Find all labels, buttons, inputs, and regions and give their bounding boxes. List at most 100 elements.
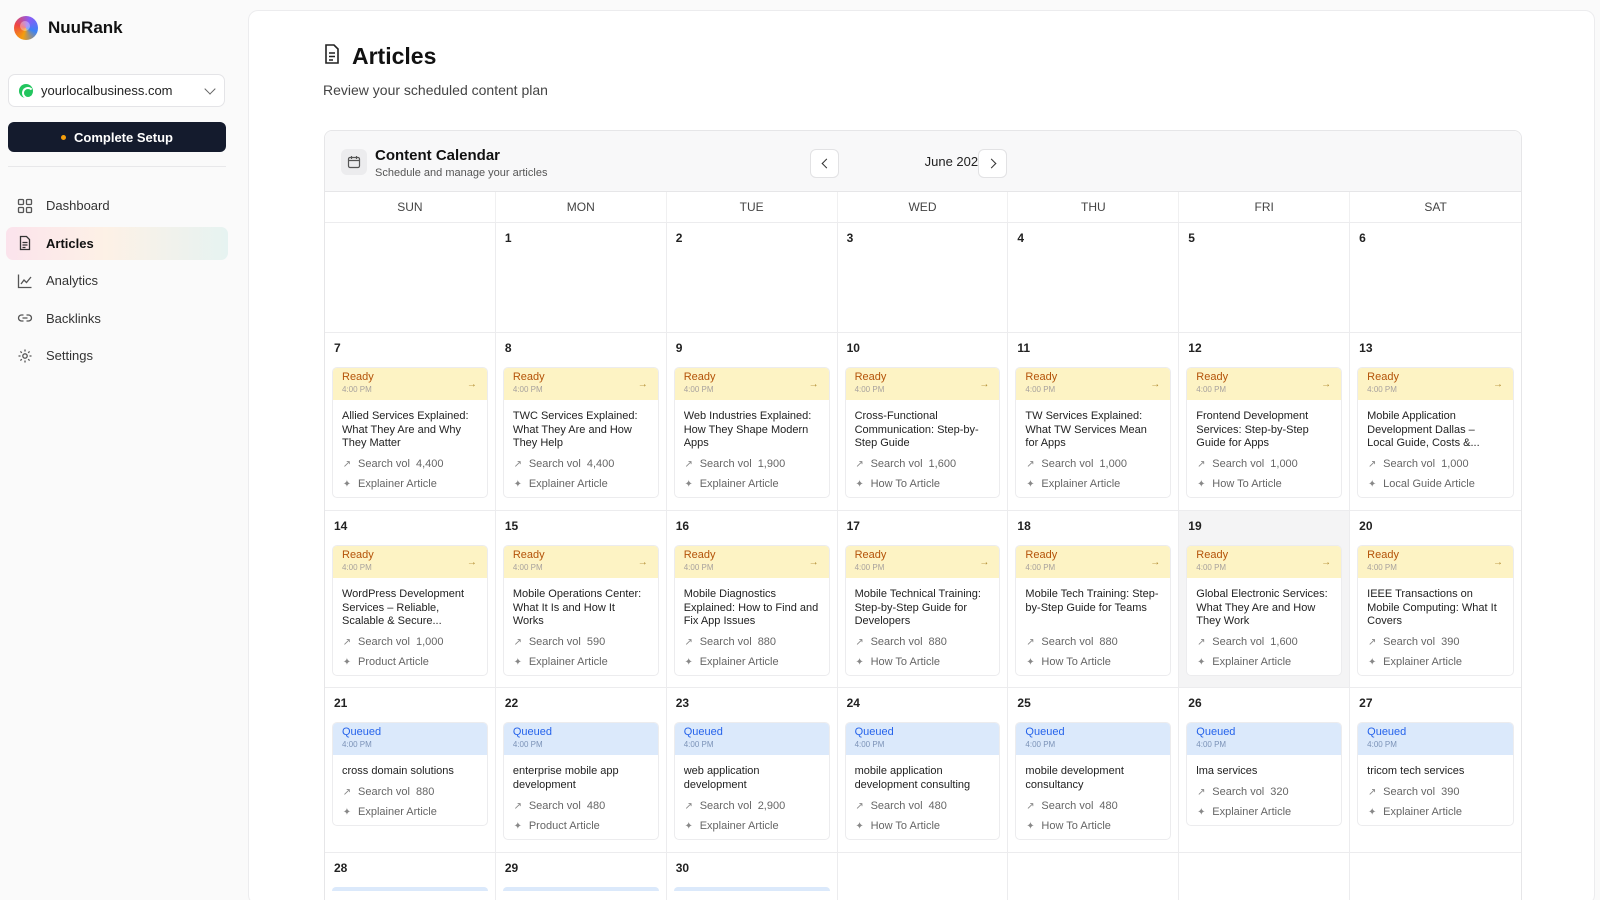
calendar-day-cell[interactable]: 19 Ready 4:00 PM → Global Electronic Service… xyxy=(1179,511,1351,688)
calendar-day-cell[interactable]: 12 Ready 4:00 PM → Frontend Development Serv… xyxy=(1179,333,1351,511)
sidebar-item-articles[interactable]: Articles xyxy=(6,226,228,260)
calendar-day-cell[interactable]: 20 Ready 4:00 PM → IEEE Transactions on Mobi… xyxy=(1350,511,1521,688)
trend-up-icon: ↗ xyxy=(342,636,352,648)
calendar-day-cell[interactable]: 27 Queued 4:00 PM tricom tech services ↗ Sear… xyxy=(1350,688,1521,853)
day-number: 24 xyxy=(846,696,860,710)
arrow-right-icon[interactable]: → xyxy=(809,557,819,568)
sidebar-item-dashboard[interactable]: Dashboard xyxy=(6,189,228,222)
arrow-right-icon[interactable]: → xyxy=(638,557,648,568)
calendar-day-cell[interactable]: 15 Ready 4:00 PM → Mobile Operations Center:… xyxy=(495,511,667,688)
sidebar-item-label: Dashboard xyxy=(46,198,110,213)
search-volume: ↗ Search vol 4,400 xyxy=(513,457,649,471)
article-type-label: Explainer Article xyxy=(699,478,779,490)
next-month-button[interactable] xyxy=(978,149,1007,178)
article-card[interactable]: Ready 4:00 PM → Allied Services Explained: … xyxy=(332,367,488,498)
calendar-day-cell[interactable]: 4 xyxy=(1008,223,1180,333)
calendar-day-cell[interactable]: 5 xyxy=(1179,223,1351,333)
calendar-day-cell[interactable]: 6 xyxy=(1350,223,1521,333)
article-card[interactable]: Ready 4:00 PM → Mobile Diagnostics Explaine… xyxy=(673,545,830,676)
article-status-bar: Ready 4:00 PM → xyxy=(1016,546,1171,578)
search-volume-value: 480 xyxy=(586,800,606,812)
calendar-title: Content Calendar xyxy=(375,147,501,164)
calendar-day-cell[interactable]: 1 xyxy=(495,223,667,333)
article-card[interactable]: Queued 4:00 PM lma services ↗ Search vol 320 ✦… xyxy=(1186,722,1343,826)
calendar-empty-cell xyxy=(1179,853,1351,900)
publish-time: 4:00 PM xyxy=(1025,385,1056,394)
sidebar-item-analytics[interactable]: Analytics xyxy=(6,264,228,297)
day-number: 6 xyxy=(1359,231,1366,245)
article-card[interactable]: Ready 4:00 PM → TWC Services Explained: Wha… xyxy=(502,367,659,498)
calendar-day-cell[interactable]: 21 Queued 4:00 PM cross domain solutions ↗ Se… xyxy=(325,688,496,853)
arrow-right-icon[interactable]: → xyxy=(1321,557,1331,568)
arrow-right-icon[interactable]: → xyxy=(1321,379,1331,390)
publish-time: 4:00 PM xyxy=(1196,563,1227,572)
complete-setup-button[interactable]: Complete Setup xyxy=(8,122,226,152)
calendar-day-cell[interactable]: 26 Queued 4:00 PM lma services ↗ Search vol 32… xyxy=(1179,688,1351,853)
sparkle-icon: ✦ xyxy=(684,820,693,832)
calendar-day-cell[interactable]: 9 Ready 4:00 PM → Web Industries Explained: … xyxy=(666,333,838,511)
article-card[interactable]: Ready 4:00 PM → Mobile Technical Training: … xyxy=(844,545,1001,676)
article-card[interactable]: Queued 4:00 PM tricom tech services ↗ Search… xyxy=(1357,722,1514,826)
calendar-day-cell[interactable]: 16 Ready 4:00 PM → Mobile Diagnostics Explai… xyxy=(666,511,838,688)
sidebar-item-settings[interactable]: Settings xyxy=(6,339,228,372)
calendar-day-cell[interactable]: 25 Queued 4:00 PM mobile development consul… xyxy=(1008,688,1180,853)
article-card-body: Mobile Tech Training: Step-by-Step Guide… xyxy=(1016,578,1170,675)
article-type: ✦ Explainer Article xyxy=(342,805,478,819)
arrow-right-icon[interactable]: → xyxy=(809,379,819,390)
day-number: 21 xyxy=(334,696,348,710)
sidebar-item-backlinks[interactable]: Backlinks xyxy=(6,302,228,335)
article-card[interactable]: Queued 4:00 PM cross domain solutions ↗ Sear… xyxy=(332,722,488,826)
arrow-right-icon[interactable]: → xyxy=(979,557,989,568)
article-card[interactable]: Ready 4:00 PM → TW Services Explained: What… xyxy=(1015,367,1172,498)
search-volume-value: 880 xyxy=(1099,636,1118,648)
arrow-right-icon[interactable]: → xyxy=(1493,379,1503,390)
arrow-right-icon[interactable]: → xyxy=(638,379,648,390)
article-card[interactable]: Ready 4:00 PM → Mobile Operations Center: W… xyxy=(502,545,659,676)
previous-month-button[interactable] xyxy=(810,149,839,178)
calendar-day-cell[interactable]: 13 Ready 4:00 PM → Mobile Application Develo… xyxy=(1350,333,1521,511)
search-volume-value: 1,000 xyxy=(1099,458,1127,470)
site-selector[interactable]: yourlocalbusiness.com xyxy=(8,74,225,107)
brand[interactable]: NuuRank xyxy=(14,16,123,40)
article-card[interactable]: Ready 4:00 PM → Web Industries Explained: H… xyxy=(673,367,830,498)
arrow-right-icon[interactable]: → xyxy=(467,557,477,568)
arrow-right-icon[interactable]: → xyxy=(1493,557,1503,568)
article-card[interactable]: Ready 4:00 PM → IEEE Transactions on Mobile… xyxy=(1357,545,1514,676)
calendar-day-cell[interactable]: 14 Ready 4:00 PM → WordPress Development Ser… xyxy=(325,511,496,688)
calendar-day-cell[interactable]: 28 xyxy=(325,853,496,900)
calendar-day-cell[interactable]: 10 Ready 4:00 PM → Cross-Functional Communic… xyxy=(837,333,1009,511)
calendar-day-cell[interactable]: 8 Ready 4:00 PM → TWC Services Explained: Wh… xyxy=(495,333,667,511)
page-header: Articles xyxy=(322,43,436,70)
calendar-day-cell[interactable]: 23 Queued 4:00 PM web application developme… xyxy=(666,688,838,853)
calendar-day-cell[interactable]: 3 xyxy=(837,223,1009,333)
calendar-day-cell[interactable]: 22 Queued 4:00 PM enterprise mobile app dev… xyxy=(495,688,667,853)
search-volume-prefix: Search vol xyxy=(358,458,410,470)
calendar-day-cell[interactable]: 2 xyxy=(666,223,838,333)
arrow-right-icon[interactable]: → xyxy=(467,379,477,390)
article-status-bar: Queued 4:00 PM xyxy=(1016,723,1171,755)
article-card[interactable]: Queued 4:00 PM mobile application developm… xyxy=(844,722,1001,840)
article-card[interactable]: Ready 4:00 PM → Mobile Application Developm… xyxy=(1357,367,1514,498)
article-card[interactable]: Ready 4:00 PM → Frontend Development Servic… xyxy=(1186,367,1343,498)
calendar-day-cell[interactable]: 30 xyxy=(667,853,838,900)
publish-time: 4:00 PM xyxy=(1196,385,1227,394)
status-badge: Ready xyxy=(1196,371,1229,383)
article-card[interactable]: Queued 4:00 PM mobile development consulta… xyxy=(1015,722,1172,840)
article-card[interactable]: Ready 4:00 PM → Global Electronic Services:… xyxy=(1186,545,1343,676)
search-volume: ↗ Search vol 4,400 xyxy=(342,457,478,471)
search-volume-value: 320 xyxy=(1270,786,1289,798)
calendar-day-cell[interactable]: 24 Queued 4:00 PM mobile application develo… xyxy=(837,688,1009,853)
calendar-day-cell[interactable]: 7 Ready 4:00 PM → Allied Services Explained:… xyxy=(325,333,496,511)
article-card[interactable]: Queued 4:00 PM web application development… xyxy=(673,722,830,840)
article-card[interactable]: Ready 4:00 PM → Mobile Tech Training: Step-… xyxy=(1015,545,1172,676)
calendar-day-cell[interactable]: 11 Ready 4:00 PM → TW Services Explained: Wh… xyxy=(1008,333,1180,511)
article-card[interactable]: Ready 4:00 PM → Cross-Functional Communicat… xyxy=(844,367,1001,498)
arrow-right-icon[interactable]: → xyxy=(979,379,989,390)
article-card[interactable]: Ready 4:00 PM → WordPress Development Servi… xyxy=(332,545,488,676)
calendar-day-cell[interactable]: 17 Ready 4:00 PM → Mobile Technical Training… xyxy=(837,511,1009,688)
arrow-right-icon[interactable]: → xyxy=(1150,557,1160,568)
calendar-day-cell[interactable]: 29 xyxy=(496,853,667,900)
calendar-day-cell[interactable]: 18 Ready 4:00 PM → Mobile Tech Training: Ste… xyxy=(1008,511,1180,688)
arrow-right-icon[interactable]: → xyxy=(1150,379,1160,390)
article-card[interactable]: Queued 4:00 PM enterprise mobile app devel… xyxy=(502,722,659,840)
